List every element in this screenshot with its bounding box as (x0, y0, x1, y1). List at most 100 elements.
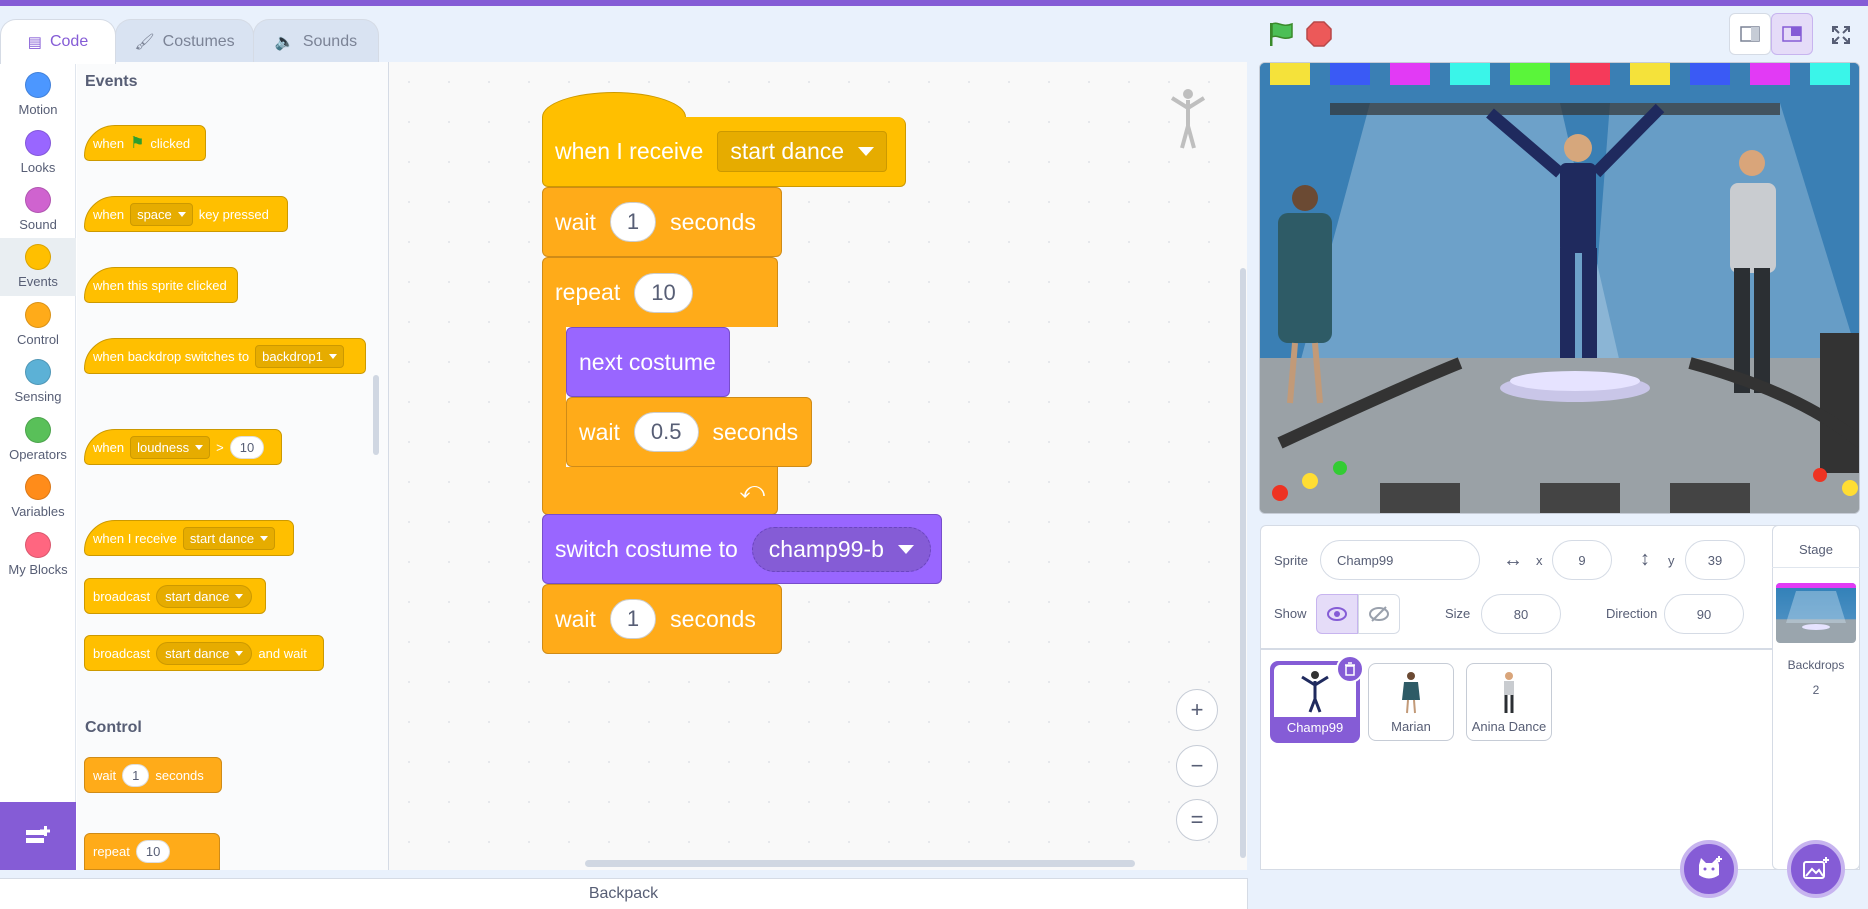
stage-canvas[interactable] (1259, 62, 1860, 514)
x-input[interactable]: 9 (1552, 540, 1612, 580)
tab-costumes[interactable]: 🖌 Costumes (115, 19, 254, 63)
y-input[interactable]: 39 (1685, 540, 1745, 580)
cat-plus-icon (1699, 856, 1722, 879)
tab-code-label: Code (49, 33, 89, 50)
number-input[interactable]: 1 (122, 763, 150, 787)
zoom-in-button[interactable]: + (1176, 689, 1218, 731)
category-control[interactable]: Control (0, 296, 76, 354)
backpack-bar[interactable]: Backpack (0, 878, 1248, 909)
wait-block[interactable]: wait 0.5 seconds (566, 397, 812, 467)
costume-dropdown[interactable]: champ99-b (751, 526, 931, 572)
green-flag-icon (1270, 22, 1293, 46)
category-looks[interactable]: Looks (0, 124, 76, 182)
wait-block[interactable]: wait 1 seconds (542, 187, 782, 257)
wait-block[interactable]: wait 1 seconds (542, 584, 782, 654)
switch-costume-block[interactable]: switch costume to champ99-b (542, 514, 942, 584)
palette-when-loudness[interactable]: when loudness > 10 (84, 429, 282, 465)
palette-broadcast[interactable]: broadcast start dance (84, 578, 266, 614)
block-text: when (93, 439, 125, 455)
tab-code[interactable]: ▤ Code (0, 19, 116, 64)
category-operators[interactable]: Operators (0, 411, 76, 469)
sprite-thumb-anina-dance[interactable]: Anina Dance (1466, 663, 1552, 741)
palette-scrollbar[interactable] (373, 375, 379, 455)
workspace-horizontal-scrollbar[interactable] (585, 860, 1135, 867)
dropdown-value: backdrop1 (262, 348, 323, 364)
backdrop-dropdown[interactable]: backdrop1 (255, 344, 344, 368)
category-sound[interactable]: Sound (0, 181, 76, 239)
chevron-down-icon (328, 353, 337, 359)
message-dropdown[interactable]: start dance (156, 584, 253, 608)
repeat-block[interactable]: repeat 10 (542, 257, 778, 327)
palette-when-flag-clicked[interactable]: when ⚑ clicked (84, 125, 206, 161)
block-text: seconds (155, 767, 204, 783)
stage-selector-panel[interactable] (1772, 525, 1860, 870)
number-input[interactable]: 10 (634, 272, 693, 313)
key-dropdown[interactable]: space (130, 202, 193, 226)
tab-sounds[interactable]: 🔈 Sounds (253, 19, 379, 63)
category-events[interactable]: Events (0, 238, 76, 296)
block-text: seconds (670, 605, 756, 632)
block-text: next costume (579, 348, 716, 375)
fullscreen-button[interactable] (1828, 22, 1854, 48)
number-input[interactable]: 10 (135, 840, 171, 863)
palette-when-key-pressed[interactable]: when space key pressed (84, 196, 288, 232)
choose-backdrop-button[interactable] (1787, 840, 1845, 898)
dropdown-value: start dance (189, 530, 255, 546)
category-label: Operators (9, 447, 67, 462)
workspace-vertical-scrollbar[interactable] (1240, 268, 1246, 858)
category-my-blocks[interactable]: My Blocks (0, 526, 76, 584)
category-motion[interactable]: Motion (0, 66, 76, 124)
zoom-reset-button[interactable]: = (1176, 799, 1218, 841)
size-input[interactable]: 80 (1481, 594, 1561, 634)
block-text: wait (93, 767, 117, 783)
show-visible-button[interactable] (1316, 594, 1358, 634)
show-label: Show (1274, 606, 1307, 621)
message-dropdown[interactable]: start dance (156, 641, 253, 665)
add-extension-button[interactable] (0, 802, 76, 870)
category-variables[interactable]: Variables (0, 468, 76, 526)
number-input[interactable]: 0.5 (633, 412, 699, 452)
palette-broadcast-and-wait[interactable]: broadcast start dance and wait (84, 635, 324, 671)
operators-icon (25, 417, 51, 443)
green-flag-button[interactable] (1266, 20, 1296, 48)
message-dropdown[interactable]: start dance (182, 526, 276, 550)
show-hidden-button[interactable] (1358, 594, 1400, 634)
sprite-thumb-marian[interactable]: Marian (1368, 663, 1454, 741)
when-i-receive-block[interactable]: when I receive start dance (542, 117, 906, 187)
small-stage-button[interactable] (1729, 13, 1771, 55)
dropdown-value: start dance (165, 645, 230, 661)
stop-button[interactable] (1306, 21, 1332, 47)
block-text: when I receive (93, 530, 177, 546)
delete-sprite-button[interactable] (1336, 655, 1364, 683)
chevron-down-icon (195, 444, 204, 450)
category-sensing[interactable]: Sensing (0, 353, 76, 411)
stage-scene-image (1260, 63, 1859, 513)
palette-when-sprite-clicked[interactable]: when this sprite clicked (84, 267, 238, 303)
direction-input[interactable]: 90 (1664, 594, 1744, 634)
choose-sprite-button[interactable] (1680, 840, 1738, 898)
number-input[interactable]: 10 (229, 435, 265, 459)
sensor-dropdown[interactable]: loudness (130, 435, 211, 459)
next-costume-block[interactable]: next costume (566, 327, 730, 397)
palette-repeat[interactable]: repeat 10 (84, 833, 220, 870)
category-menu: Motion Looks Sound Events Control Sensin… (0, 62, 76, 870)
message-dropdown[interactable]: start dance (717, 131, 888, 172)
block-text: when this sprite clicked (93, 277, 227, 293)
block-text: broadcast (93, 645, 151, 661)
number-input[interactable]: 1 (609, 599, 657, 639)
palette-when-backdrop-switches[interactable]: when backdrop switches to backdrop1 (84, 338, 366, 374)
category-label: Sensing (14, 389, 62, 404)
block-text: repeat (93, 844, 130, 859)
zoom-in-icon: + (1190, 697, 1204, 722)
extension-icon (26, 826, 50, 843)
zoom-out-button[interactable]: − (1176, 745, 1218, 787)
block-text: when I receive (555, 138, 704, 164)
normal-stage-button[interactable] (1771, 13, 1813, 55)
sprite-name-input[interactable]: Champ99 (1320, 540, 1480, 580)
backdrop-thumbnail[interactable] (1776, 583, 1856, 643)
palette-wait[interactable]: wait 1 seconds (84, 757, 222, 793)
palette-when-i-receive[interactable]: when I receive start dance (84, 520, 294, 556)
dropdown-value: champ99-b (768, 535, 884, 562)
number-input[interactable]: 1 (609, 202, 657, 242)
block-text: key pressed (198, 206, 269, 222)
